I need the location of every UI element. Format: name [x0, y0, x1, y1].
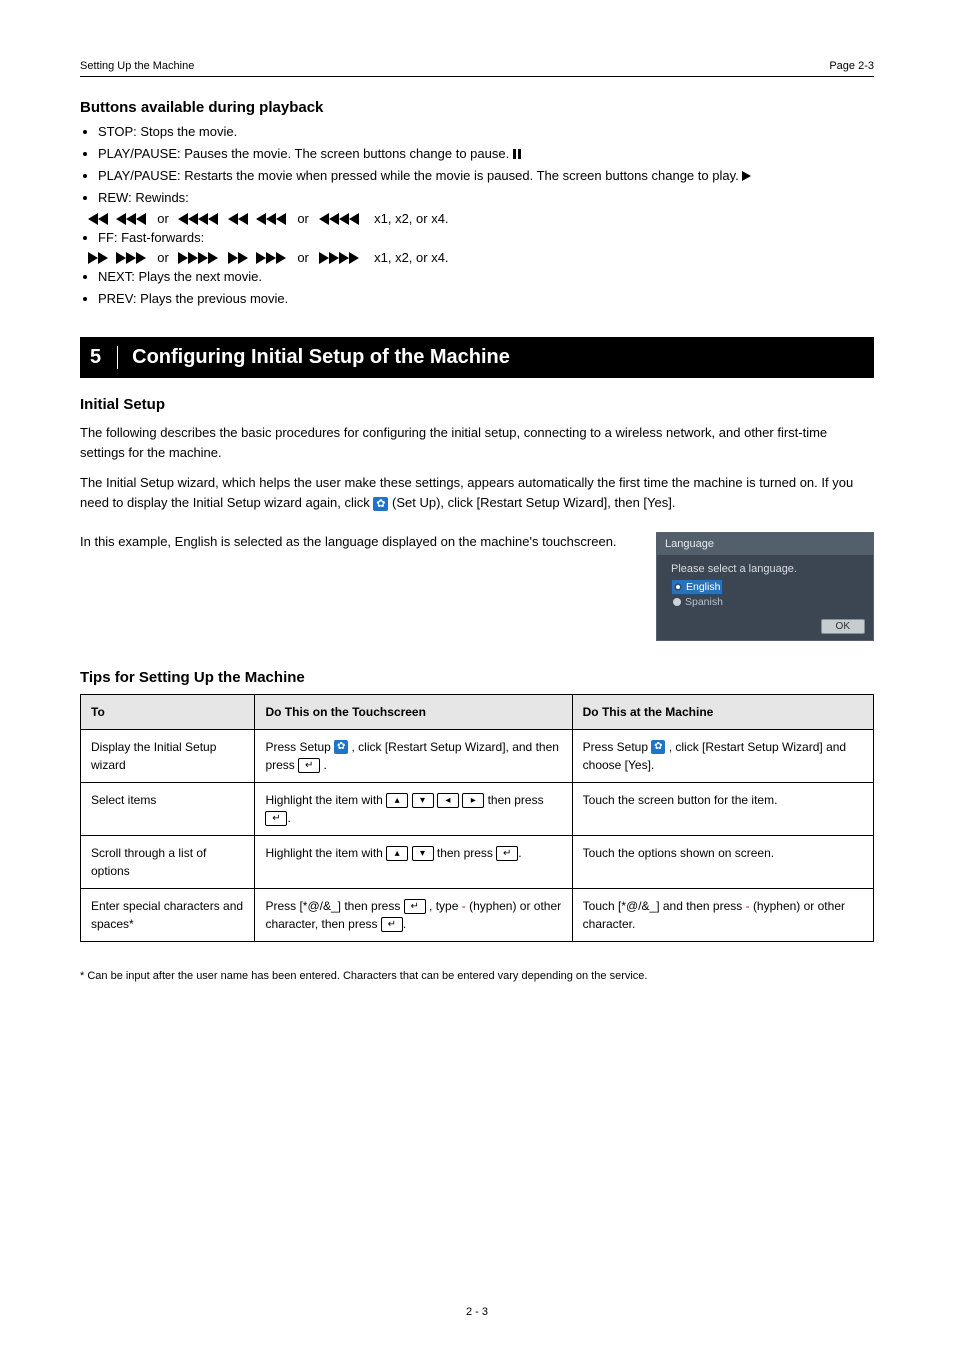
- cell-mc: Press Setup ✿ , click [Restart Setup Wiz…: [572, 729, 873, 782]
- arrow-down-key-icon: ▾: [412, 846, 434, 861]
- playback-rew: REW: Rewinds:: [98, 188, 874, 208]
- playback-button-list-3: NEXT: Plays the next movie. PREV: Plays …: [80, 267, 874, 309]
- ff-x4a-icon: [178, 252, 220, 264]
- rew-x1-icon: [88, 213, 110, 225]
- section-number: 5: [90, 346, 118, 369]
- section-title: Configuring Initial Setup of the Machine: [132, 346, 510, 369]
- arrow-up-key-icon: ▴: [386, 793, 408, 808]
- cell-mc: Touch [*@/&_] and then press - (hyphen) …: [572, 888, 873, 941]
- rew-or2-text: or: [297, 211, 309, 226]
- rew-x1b-icon: [228, 213, 250, 225]
- table-row: Scroll through a list of options Highlig…: [81, 835, 874, 888]
- language-popup: Language Please select a language. Engli…: [656, 532, 874, 641]
- enter-key-icon: ↵: [381, 917, 403, 932]
- cell-ts: Press Setup ✿ , click [Restart Setup Wiz…: [255, 729, 572, 782]
- header-left: Setting Up the Machine: [80, 60, 194, 72]
- cell-to: Scroll through a list of options: [81, 835, 255, 888]
- enter-key-icon: ↵: [404, 899, 426, 914]
- language-option-english[interactable]: English: [671, 579, 723, 595]
- ff-x1-icon: [88, 252, 110, 264]
- enter-key-icon: ↵: [265, 811, 287, 826]
- rew-x4b-icon: [319, 213, 361, 225]
- col-mc: Do This at the Machine: [572, 694, 873, 729]
- hyphen-red: -: [746, 899, 750, 913]
- ff-x2-icon: [116, 252, 148, 264]
- cell-to: Select items: [81, 782, 255, 835]
- playback-next: NEXT: Plays the next movie.: [98, 267, 874, 287]
- cell-ts: Highlight the item with ▴ ▾ then press ↵…: [255, 835, 572, 888]
- footnote: * Can be input after the user name has b…: [80, 968, 874, 985]
- cell-to: Display the Initial Setup wizard: [81, 729, 255, 782]
- play-icon: [742, 171, 751, 181]
- enter-key-icon: ↵: [298, 758, 320, 773]
- language-popup-title: Language: [657, 533, 873, 555]
- gear-icon: ✿: [651, 740, 665, 754]
- cell-ts: Press [*@/&_] then press ↵ , type - (hyp…: [255, 888, 572, 941]
- playback-prev: PREV: Plays the previous movie.: [98, 289, 874, 309]
- language-option-spanish[interactable]: Spanish: [671, 595, 863, 609]
- table-header-row: To Do This on the Touchscreen Do This at…: [81, 694, 874, 729]
- playback-pause: PLAY/PAUSE: Pauses the movie. The screen…: [98, 144, 874, 164]
- table-row: Display the Initial Setup wizard Press S…: [81, 729, 874, 782]
- playback-play: PLAY/PAUSE: Restarts the movie when pres…: [98, 166, 874, 186]
- initial-setup-p1: The following describes the basic proced…: [80, 423, 874, 463]
- gear-icon: ✿: [373, 497, 388, 511]
- playback-ff: FF: Fast-forwards:: [98, 228, 874, 248]
- initial-setup-p3: In this example, English is selected as …: [80, 532, 634, 552]
- rew-or-text: or: [157, 211, 169, 226]
- ff-or2-text: or: [297, 250, 309, 265]
- header-right: Page 2-3: [829, 60, 874, 72]
- language-ok-button[interactable]: OK: [821, 619, 865, 634]
- radio-off-icon: [673, 598, 681, 606]
- rew-x2-icon: [116, 213, 148, 225]
- rew-x4a-icon: [178, 213, 220, 225]
- col-ts: Do This on the Touchscreen: [255, 694, 572, 729]
- ff-x1b-icon: [228, 252, 250, 264]
- section-5-bar: 5 Configuring Initial Setup of the Machi…: [80, 337, 874, 378]
- pause-icon: [513, 149, 522, 159]
- arrow-down-key-icon: ▾: [412, 793, 434, 808]
- cell-mc: Touch the options shown on screen.: [572, 835, 873, 888]
- enter-key-icon: ↵: [496, 846, 518, 861]
- ff-or-text: or: [157, 250, 169, 265]
- cell-to: Enter special characters and spaces*: [81, 888, 255, 941]
- arrow-right-key-icon: ▸: [462, 793, 484, 808]
- table-row: Enter special characters and spaces* Pre…: [81, 888, 874, 941]
- buttons-during-heading: Buttons available during playback: [80, 99, 874, 116]
- tips-heading: Tips for Setting Up the Machine: [80, 669, 874, 686]
- arrow-left-key-icon: ◂: [437, 793, 459, 808]
- ff-speeds-text: x1, x2, or x4.: [374, 250, 448, 265]
- cell-mc: Touch the screen button for the item.: [572, 782, 873, 835]
- playback-button-list-2: FF: Fast-forwards:: [80, 228, 874, 248]
- ff-x2b-icon: [256, 252, 288, 264]
- arrow-up-key-icon: ▴: [386, 846, 408, 861]
- gear-icon: ✿: [334, 740, 348, 754]
- rew-speeds-text: x1, x2, or x4.: [374, 211, 448, 226]
- tips-table: To Do This on the Touchscreen Do This at…: [80, 694, 874, 942]
- initial-setup-p2: The Initial Setup wizard, which helps th…: [80, 473, 874, 513]
- playback-stop: STOP: Stops the movie.: [98, 122, 874, 142]
- playback-button-list: STOP: Stops the movie. PLAY/PAUSE: Pause…: [80, 122, 874, 209]
- col-to: To: [81, 694, 255, 729]
- ff-speed-row: or or x1, x2, or x4.: [80, 250, 874, 265]
- rew-x2b-icon: [256, 213, 288, 225]
- table-row: Select items Highlight the item with ▴ ▾…: [81, 782, 874, 835]
- initial-setup-heading: Initial Setup: [80, 396, 874, 413]
- hyphen-red: -: [462, 899, 466, 913]
- language-popup-prompt: Please select a language.: [671, 563, 863, 575]
- rew-speed-row: or or x1, x2, or x4.: [80, 211, 874, 226]
- ff-x4b-icon: [319, 252, 361, 264]
- radio-on-icon: [674, 583, 682, 591]
- cell-ts: Highlight the item with ▴ ▾ ◂ ▸ then pre…: [255, 782, 572, 835]
- page-footer: 2 - 3: [0, 1306, 954, 1318]
- page-header: Setting Up the Machine Page 2-3: [80, 60, 874, 77]
